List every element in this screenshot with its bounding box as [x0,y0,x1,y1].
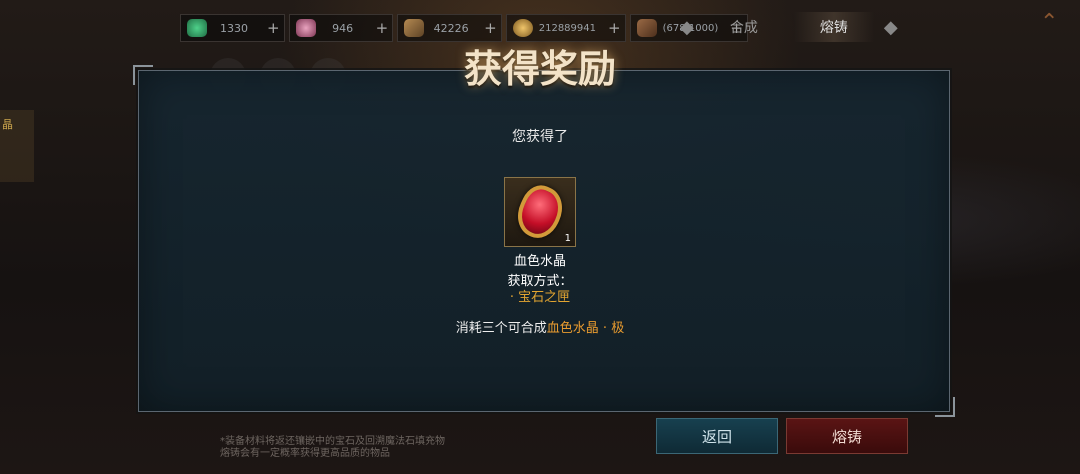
forge-button[interactable]: 熔铸 [786,418,908,454]
blood-crystal-icon [509,179,571,245]
add-emerald-button[interactable]: + [267,19,280,37]
dialog-title: 获得奖励 [463,46,616,91]
collapse-icon[interactable]: ⌃ [1040,10,1058,35]
note-highlight: 血色水晶 · 极 [546,321,625,336]
add-ticket-button[interactable]: + [484,19,497,37]
gold-coin-icon [512,19,533,37]
reward-item-slot[interactable]: 1 [504,177,576,247]
right-arrow-icon[interactable]: ◆ [884,17,898,38]
pink-crystal-icon [295,19,316,37]
footnote-line-1: *装备材料将返还镶嵌中的宝石及回溯魔法石填充物 [220,436,445,447]
add-gold-button[interactable]: + [608,19,621,37]
item-name: 血色水晶 [513,254,566,269]
back-button[interactable]: 返回 [656,418,778,454]
synthesis-note: 消耗三个可合成血色水晶 · 极 [0,317,1080,336]
note-prefix: 消耗三个可合成 [455,321,547,336]
material-icon [636,19,657,37]
footnote-line-2: 熔铸会有一定概率获得更高品质的物品 [220,448,390,459]
item-count: 1 [564,233,571,244]
side-category-tab[interactable]: 晶 [0,110,34,182]
emerald-icon [187,19,207,37]
ticket-icon [404,19,425,37]
footnote: *装备材料将返还镶嵌中的宝石及回溯魔法石填充物 熔铸会有一定概率获得更高品质的物… [220,436,445,460]
add-crystal-button[interactable]: + [376,19,389,37]
left-arrow-icon[interactable]: ◆ [680,17,694,38]
acquire-source: · 宝石之匣 [509,290,571,305]
dialog-subtitle: 您获得了 [512,129,568,145]
